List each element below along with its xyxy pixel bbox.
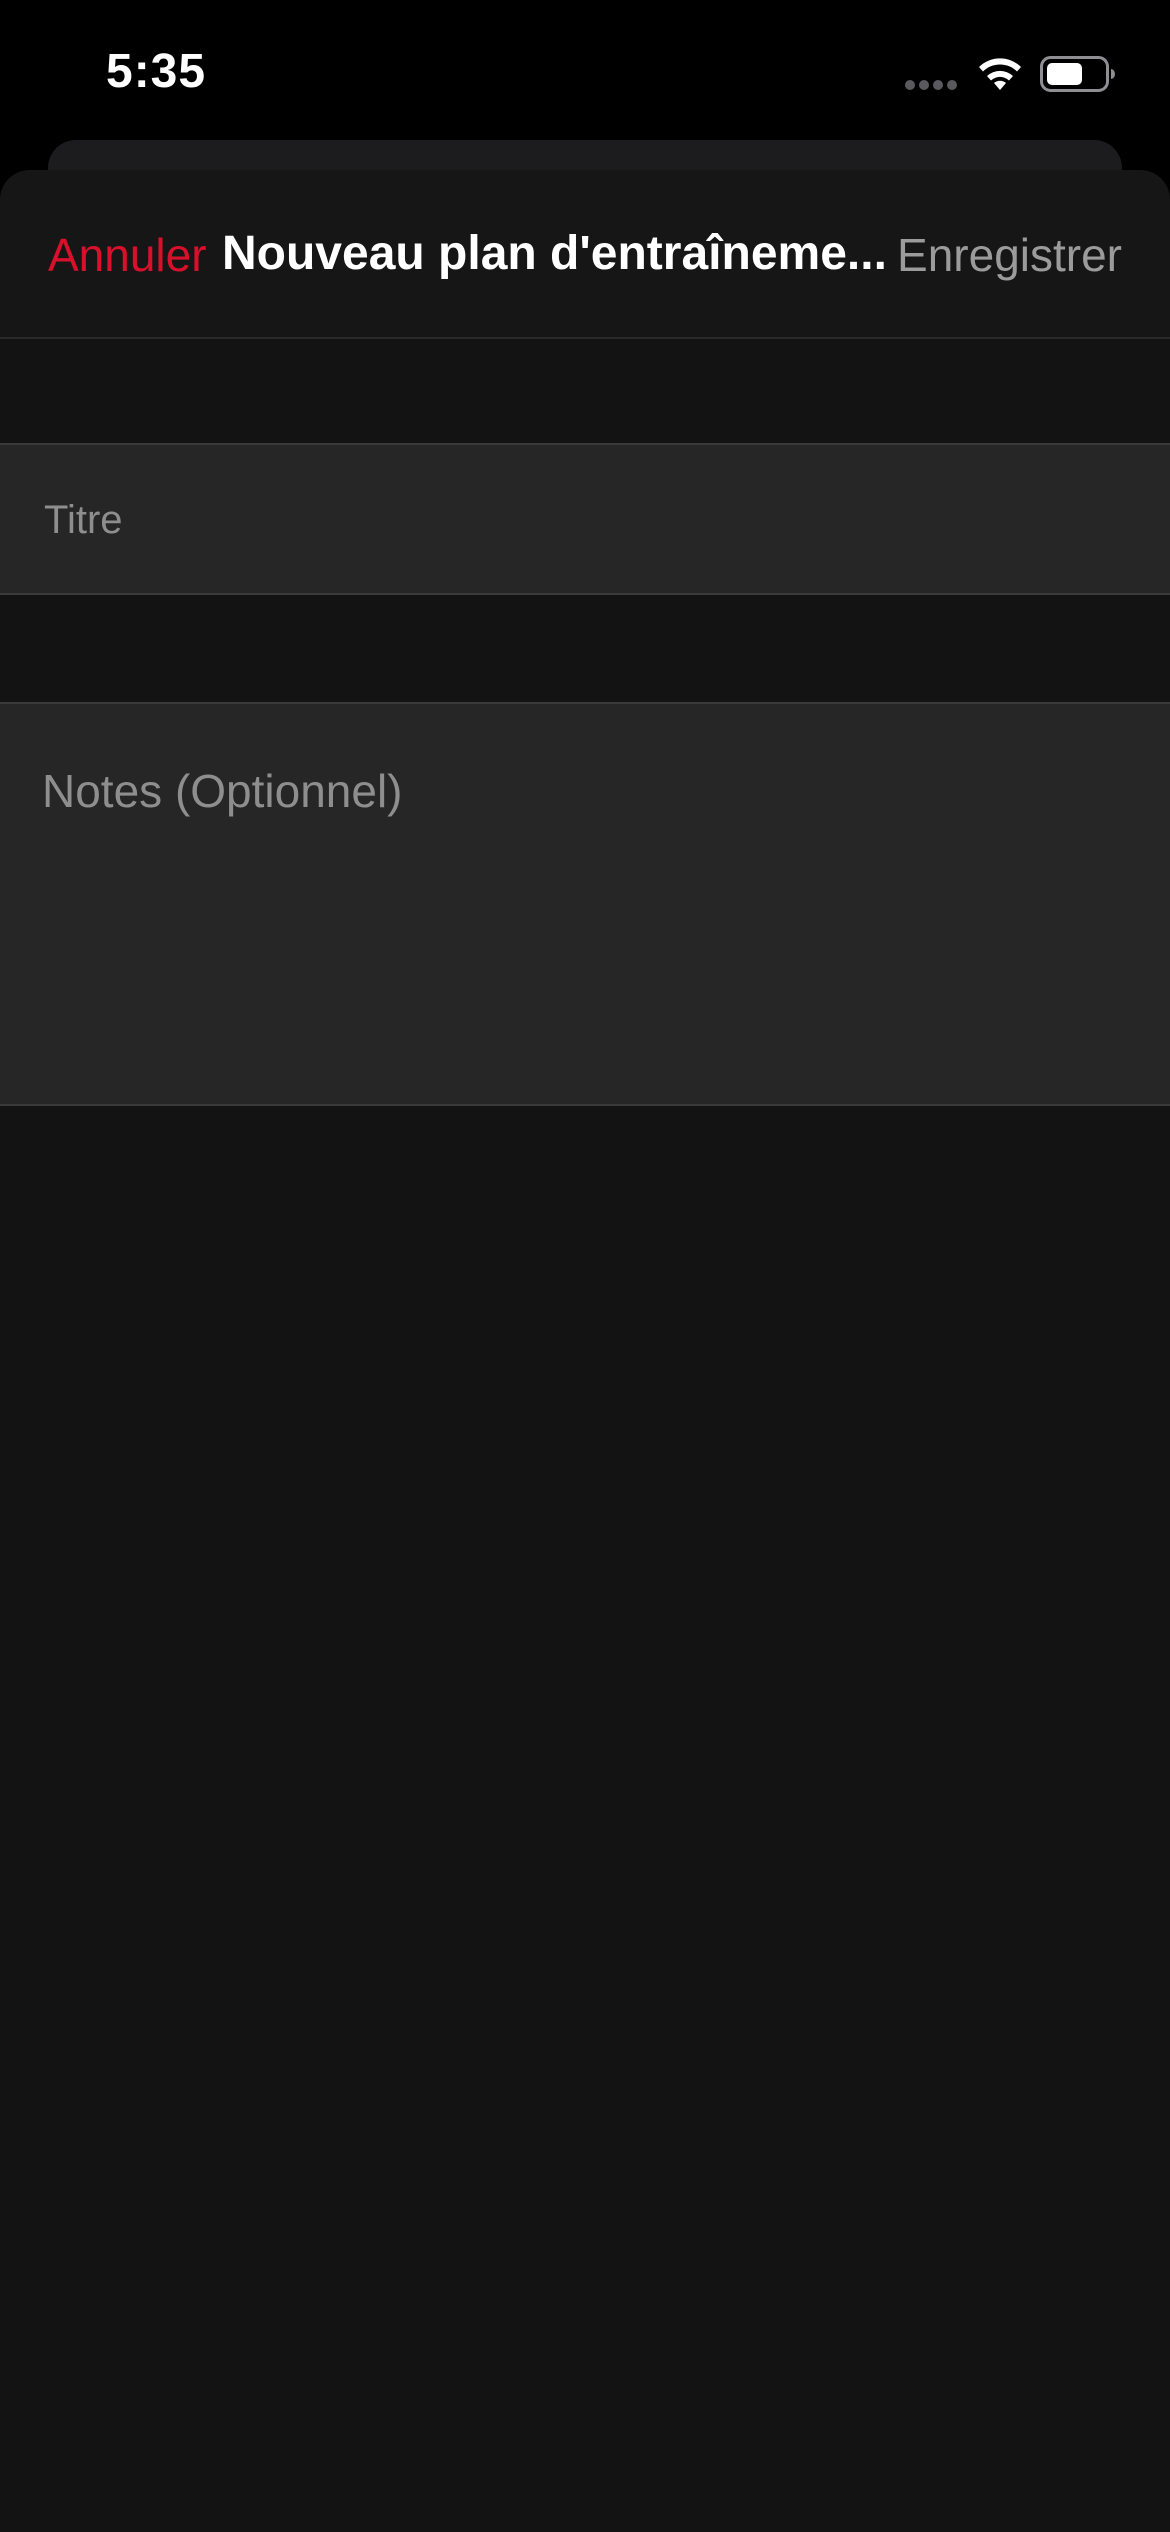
modal-sheet: Annuler Nouveau plan d'entraîneme... Enr… xyxy=(0,170,1170,2532)
battery-icon xyxy=(1040,56,1115,92)
save-button[interactable]: Enregistrer xyxy=(897,228,1122,282)
cancel-button[interactable]: Annuler xyxy=(48,228,207,282)
signal-icon xyxy=(905,80,959,90)
status-bar: 5:35 xyxy=(0,0,1170,140)
section-spacer xyxy=(0,339,1170,443)
status-time: 5:35 xyxy=(106,45,207,98)
navigation-bar: Annuler Nouveau plan d'entraîneme... Enr… xyxy=(0,170,1170,339)
section-spacer xyxy=(0,595,1170,702)
page-title: Nouveau plan d'entraîneme... xyxy=(222,227,887,280)
notes-field xyxy=(0,702,1170,1106)
title-input[interactable] xyxy=(42,445,1136,595)
notes-input[interactable] xyxy=(42,764,1132,1084)
title-field xyxy=(0,443,1170,595)
wifi-icon xyxy=(979,58,1021,90)
